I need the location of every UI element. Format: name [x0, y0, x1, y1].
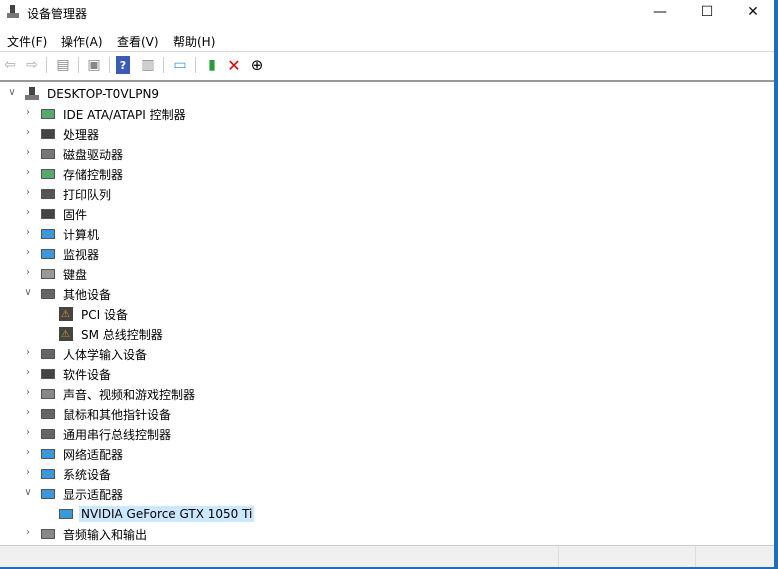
status-bar [0, 545, 778, 568]
tree-item-label: 音频输入和输出 [63, 527, 148, 542]
forward-icon[interactable]: ⇨ [22, 56, 42, 74]
tree-item-label: 显示适配器 [63, 487, 124, 502]
sound-icon [40, 387, 56, 401]
menu-file[interactable]: 文件(F) [7, 33, 47, 50]
keyboard-icon [40, 267, 56, 281]
tree-item-label: SM 总线控制器 [81, 327, 163, 342]
update-driver-icon[interactable]: ▮ [202, 56, 222, 74]
tree-item-label: 打印队列 [63, 187, 112, 202]
storage-icon [40, 167, 56, 181]
toolbar: ⇦ ⇨ ▤ ▣ ? ▥ ▭ ▮ ✕ ⊕ [0, 51, 774, 78]
menu-action[interactable]: 操作(A) [61, 33, 103, 50]
chevron-right-icon[interactable]: › [22, 147, 34, 158]
chevron-right-icon[interactable]: › [22, 247, 34, 258]
chevron-down-icon[interactable]: ∨ [22, 287, 34, 298]
mouse-icon [40, 407, 56, 421]
chevron-right-icon[interactable]: › [22, 447, 34, 458]
maximize-button[interactable]: ☐ [684, 0, 730, 26]
system-device-icon [40, 467, 56, 481]
device-tree: ∨ DESKTOP-T0VLPN9 › IDE ATA/ATAPI 控制器 › 处理器… [0, 80, 774, 543]
software-device-icon [40, 367, 56, 381]
close-button[interactable]: ✕ [730, 0, 776, 26]
properties-icon[interactable]: ▣ [84, 56, 104, 74]
chevron-down-icon[interactable]: ∨ [22, 487, 34, 498]
chevron-right-icon[interactable]: › [22, 347, 34, 358]
chevron-right-icon[interactable]: › [22, 527, 34, 538]
disk-icon [40, 147, 56, 161]
ide-icon [40, 107, 56, 121]
display-adapter-icon [40, 487, 56, 501]
tree-item-label: 网络适配器 [63, 447, 124, 462]
chevron-right-icon[interactable]: › [22, 407, 34, 418]
scan-hardware-icon[interactable]: ▭ [170, 56, 190, 74]
chevron-right-icon[interactable]: › [22, 367, 34, 378]
tree-item-label: 其他设备 [63, 287, 112, 302]
device-manager-icon [7, 5, 19, 19]
chevron-right-icon[interactable]: › [22, 427, 34, 438]
chevron-right-icon[interactable]: › [22, 467, 34, 478]
hid-icon [40, 347, 56, 361]
tree-item-label: 磁盘驱动器 [63, 147, 124, 162]
tree-item-label: 计算机 [63, 227, 100, 242]
tree-item-label: 固件 [63, 207, 88, 222]
window-border [774, 0, 778, 569]
warning-device-icon: ⚠ [58, 327, 74, 341]
tree-item-label: 存储控制器 [63, 167, 124, 182]
disable-icon[interactable]: ⊕ [247, 56, 267, 74]
tree-item-label: 鼠标和其他指针设备 [63, 407, 172, 422]
tree-item-label: PCI 设备 [81, 307, 128, 322]
audio-icon [40, 527, 56, 541]
uninstall-icon[interactable]: ✕ [224, 56, 244, 75]
status-pane [558, 546, 559, 568]
cpu-icon [40, 127, 56, 141]
minimize-button[interactable]: — [637, 0, 683, 26]
root-label: DESKTOP-T0VLPN9 [47, 87, 160, 101]
menu-help[interactable]: 帮助(H) [173, 33, 215, 50]
tree-item-label: 软件设备 [63, 367, 112, 382]
chevron-right-icon[interactable]: › [22, 127, 34, 138]
tree-item-label: 键盘 [63, 267, 88, 282]
tree-item-label: NVIDIA GeForce GTX 1050 Ti [79, 506, 255, 522]
chevron-right-icon[interactable]: › [22, 207, 34, 218]
tree-item-label: IDE ATA/ATAPI 控制器 [63, 107, 186, 122]
chevron-right-icon[interactable]: › [22, 167, 34, 178]
chevron-right-icon[interactable]: › [22, 187, 34, 198]
printer-icon [40, 187, 56, 201]
network-icon [40, 447, 56, 461]
warning-device-icon: ⚠ [58, 307, 74, 321]
chevron-right-icon[interactable]: › [22, 107, 34, 118]
title-bar: 设备管理器 — ☐ ✕ [0, 0, 778, 28]
firmware-icon [40, 207, 56, 221]
monitor-icon [40, 247, 56, 261]
chevron-right-icon[interactable]: › [22, 227, 34, 238]
computer-icon [40, 227, 56, 241]
tree-item-label: 系统设备 [63, 467, 112, 482]
menu-bar: 文件(F) 操作(A) 查看(V) 帮助(H) [0, 30, 778, 50]
tree-item-label: 处理器 [63, 127, 100, 142]
window-title: 设备管理器 [27, 7, 88, 21]
tree-item-label: 人体学输入设备 [63, 347, 148, 362]
menu-view[interactable]: 查看(V) [117, 33, 159, 50]
show-hide-console-tree-icon[interactable]: ▤ [53, 56, 73, 74]
tree-item-label: 声音、视频和游戏控制器 [63, 387, 196, 402]
display-adapter-icon [58, 507, 74, 521]
other-devices-icon [40, 287, 56, 301]
status-pane [695, 546, 696, 568]
chevron-right-icon[interactable]: › [22, 387, 34, 398]
usb-icon [40, 427, 56, 441]
computer-root-icon [24, 87, 40, 101]
tree-item-label: 监视器 [63, 247, 100, 262]
chevron-right-icon[interactable]: › [22, 267, 34, 278]
help-icon[interactable]: ? [116, 56, 130, 74]
tree-item-label: 通用串行总线控制器 [63, 427, 172, 442]
back-icon[interactable]: ⇦ [0, 56, 20, 74]
chevron-down-icon[interactable]: ∨ [6, 87, 18, 98]
action-pane-icon[interactable]: ▥ [138, 56, 158, 74]
